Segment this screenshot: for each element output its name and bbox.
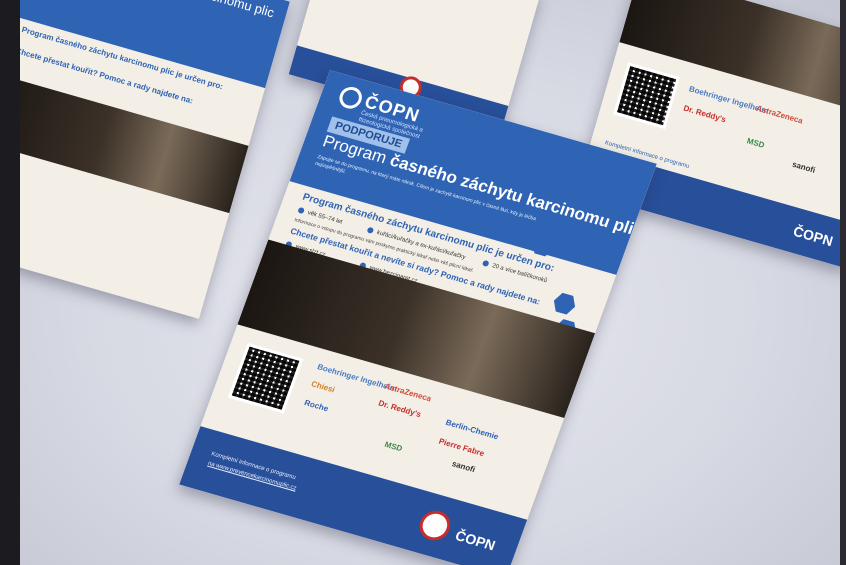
partner-logo: MSD — [383, 439, 404, 454]
dark-edge-left — [0, 0, 20, 565]
partner-logo: Pierre Fabre — [437, 436, 486, 459]
partner-logo: MSD — [745, 136, 766, 150]
qr-code — [227, 342, 304, 414]
flyer-top-left: Program časného záchytu karcinomu plic P… — [0, 0, 290, 319]
partner-logo: Chiesi — [309, 379, 337, 395]
partner-logo: Roche — [303, 398, 330, 414]
partner-logo: AstraZeneca — [383, 381, 433, 404]
ashtray-photo — [0, 74, 249, 214]
partner-logo: sanofi — [450, 459, 477, 475]
dark-edge-right — [840, 0, 846, 565]
partner-logo: Dr. Reddy's — [682, 103, 727, 125]
flyer-main: ČOPN Česká pneumologická a ftizeologická… — [179, 70, 657, 565]
partner-logo: sanofi — [791, 159, 817, 175]
qr-code — [613, 62, 681, 130]
partner-logo: AstraZeneca — [755, 103, 804, 126]
hexagon-icon — [550, 291, 578, 316]
photo-scene: Program časného záchytu karcinomu plic P… — [0, 0, 846, 565]
partner-logo: Berlin-Chemie — [444, 417, 500, 442]
partner-logo: Dr. Reddy's — [377, 398, 423, 420]
